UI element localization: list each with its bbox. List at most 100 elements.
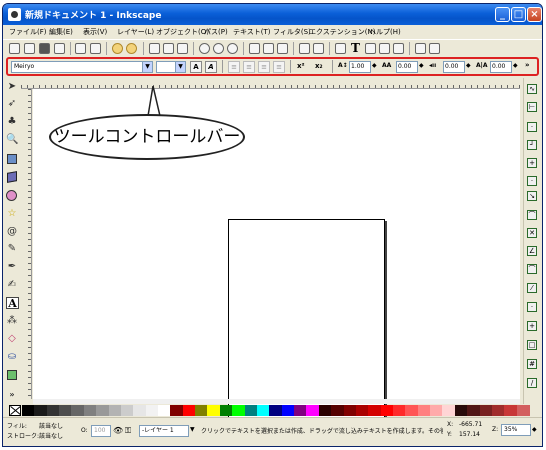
snap-grid-icon[interactable]: # (527, 359, 537, 369)
zoom-page-icon[interactable] (227, 43, 238, 54)
snap-intersections-icon[interactable]: ✕ (527, 228, 537, 238)
color-swatch[interactable] (83, 405, 97, 416)
menu-help[interactable]: ヘルプ(H) (369, 27, 401, 37)
xml-editor-icon[interactable] (365, 43, 376, 54)
toolbox-more-button[interactable]: » (6, 389, 18, 401)
node-tool-icon[interactable]: ➶ (6, 98, 18, 110)
color-swatch[interactable] (491, 405, 505, 416)
align-justify-icon[interactable]: ≡ (273, 61, 285, 73)
save-icon[interactable] (39, 43, 50, 54)
color-swatch[interactable] (343, 405, 357, 416)
title-bar[interactable]: 新規ドキュメント 1 - Inkscape _ □ × (3, 4, 542, 25)
color-swatch[interactable] (145, 405, 159, 416)
color-swatch[interactable] (219, 405, 233, 416)
horizontal-ruler[interactable] (21, 78, 520, 89)
rectangle-tool-icon[interactable] (7, 154, 17, 164)
spin-arrows-icon[interactable]: ◆ (372, 62, 377, 69)
chevron-down-icon[interactable]: ▼ (190, 426, 195, 433)
line-spacing-input[interactable]: 1.00 (349, 61, 371, 73)
preferences-icon[interactable] (415, 43, 426, 54)
redo-icon[interactable] (126, 43, 137, 54)
color-swatch[interactable] (158, 405, 172, 416)
menu-path[interactable]: パス(P) (204, 27, 228, 37)
snap-bbox-edge-icon[interactable]: · (527, 122, 537, 132)
zoom-drawing-icon[interactable] (213, 43, 224, 54)
spin-arrows-icon[interactable]: ◆ (419, 62, 424, 69)
tweak-tool-icon[interactable]: ♣ (6, 116, 18, 128)
color-swatch[interactable] (207, 405, 221, 416)
color-swatch[interactable] (182, 405, 196, 416)
bold-button[interactable]: A (190, 61, 202, 73)
minimize-button[interactable]: _ (495, 7, 510, 22)
3d-box-tool-icon[interactable] (7, 171, 17, 183)
menu-extensions[interactable]: エクステンション(N) (309, 27, 376, 37)
copy-icon[interactable] (149, 43, 160, 54)
color-swatch[interactable] (269, 405, 283, 416)
inkscape-preferences-icon[interactable] (429, 43, 440, 54)
color-swatch[interactable] (120, 405, 134, 416)
paste-icon[interactable] (177, 43, 188, 54)
align-left-icon[interactable]: ≡ (228, 61, 240, 73)
print-icon[interactable] (54, 43, 65, 54)
color-swatch[interactable] (59, 405, 73, 416)
color-swatch[interactable] (71, 405, 85, 416)
color-swatch[interactable] (46, 405, 60, 416)
menu-view[interactable]: 表示(V) (83, 27, 107, 37)
pen-tool-icon[interactable]: ✒ (6, 261, 18, 273)
clone-icon[interactable] (263, 43, 274, 54)
snap-midpoint-icon[interactable]: ⁄ (527, 283, 537, 293)
align-right-icon[interactable]: ≡ (258, 61, 270, 73)
color-swatch[interactable] (294, 405, 308, 416)
no-paint-swatch[interactable] (9, 405, 21, 416)
snap-bbox-icon[interactable]: ⊢ (527, 102, 537, 112)
color-swatch[interactable] (442, 405, 456, 416)
color-swatch[interactable] (244, 405, 258, 416)
export-icon[interactable] (90, 43, 101, 54)
color-swatch[interactable] (504, 405, 518, 416)
color-swatch[interactable] (355, 405, 369, 416)
word-spacing-input[interactable]: 0.00 (443, 61, 465, 73)
gradient-tool-icon[interactable] (7, 370, 17, 380)
rotation-input[interactable]: 0.00 (490, 61, 512, 73)
color-swatch[interactable] (516, 405, 530, 416)
color-swatch[interactable] (380, 405, 394, 416)
align-distribute-icon[interactable] (379, 43, 390, 54)
superscript-button[interactable]: x² (297, 62, 305, 70)
import-icon[interactable] (75, 43, 86, 54)
spin-arrows-icon[interactable]: ◆ (513, 62, 518, 69)
more-controls-button[interactable]: » (525, 61, 530, 69)
group-icon[interactable] (299, 43, 310, 54)
font-size-select[interactable]: ▼ (156, 61, 186, 73)
color-swatch[interactable] (331, 405, 345, 416)
color-swatch[interactable] (34, 405, 48, 416)
spiral-tool-icon[interactable]: @ (6, 226, 18, 238)
menu-file[interactable]: ファイル(F) (9, 27, 47, 37)
menu-layer[interactable]: レイヤー(L) (117, 27, 154, 37)
maximize-button[interactable]: □ (511, 7, 526, 22)
color-swatch[interactable] (108, 405, 122, 416)
color-swatch[interactable] (467, 405, 481, 416)
snap-cusp-icon[interactable]: ∠ (527, 246, 537, 256)
color-swatch[interactable] (232, 405, 246, 416)
align-center-icon[interactable]: ≡ (243, 61, 255, 73)
subscript-button[interactable]: x₂ (315, 62, 323, 70)
color-swatch[interactable] (417, 405, 431, 416)
menu-object[interactable]: オブジェクト(O) (156, 27, 209, 37)
color-swatch[interactable] (306, 405, 320, 416)
text-font-icon[interactable]: T (351, 41, 360, 55)
calligraphy-tool-icon[interactable]: ✍ (6, 279, 18, 291)
snap-paths-icon[interactable]: ⌒ (527, 210, 537, 220)
color-swatch[interactable] (133, 405, 147, 416)
snap-page-border-icon[interactable]: □ (527, 340, 537, 350)
color-swatch[interactable] (479, 405, 493, 416)
snap-smooth-icon[interactable]: ⌒ (527, 264, 537, 274)
color-swatch[interactable] (22, 405, 35, 416)
color-swatch[interactable] (318, 405, 332, 416)
stroke-indicator[interactable]: 該当なし (39, 431, 63, 440)
ungroup-icon[interactable] (313, 43, 324, 54)
snap-object-center-icon[interactable]: · (527, 302, 537, 312)
layer-select[interactable]: -レイヤー 1 (139, 425, 189, 437)
color-swatch[interactable] (281, 405, 295, 416)
lock-icon[interactable]: ⚿ (125, 426, 131, 436)
menu-edit[interactable]: 編集(E) (49, 27, 73, 37)
